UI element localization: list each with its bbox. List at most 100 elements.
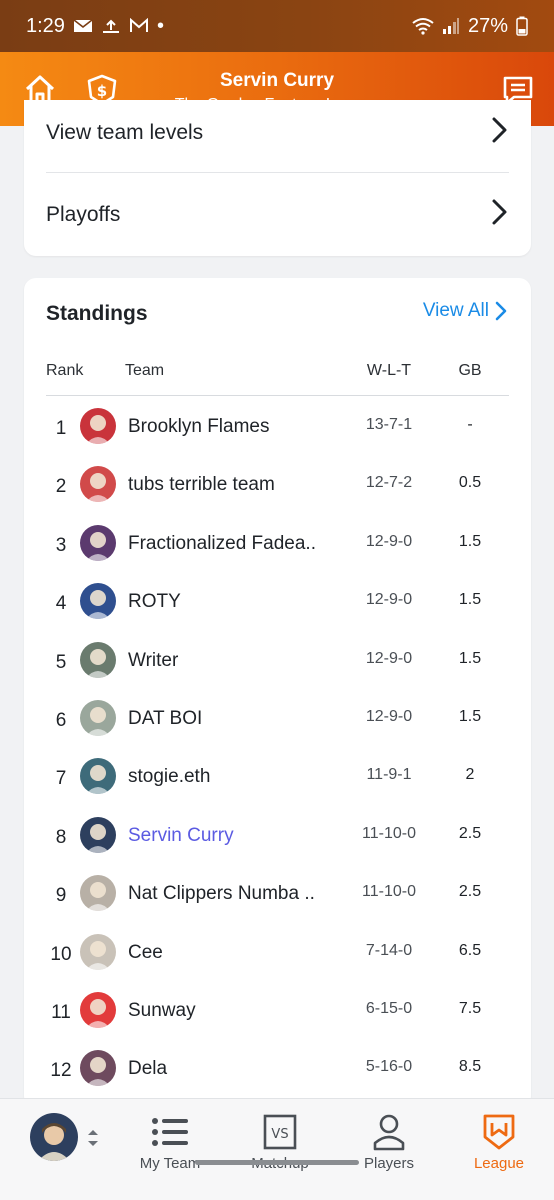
standings-title: Standings <box>46 302 148 325</box>
vs-icon: VS <box>230 1109 330 1155</box>
team-avatar <box>80 1050 116 1087</box>
record-cell: 12-9-0 <box>365 591 413 609</box>
record-cell: 13-7-1 <box>365 416 413 433</box>
rank-cell: 10 <box>50 943 72 965</box>
table-row[interactable]: 4 ROTY 12-9-0 1.5 <box>24 573 531 631</box>
team-avatar <box>80 583 116 620</box>
view-all-link[interactable]: View All <box>423 300 507 322</box>
team-name[interactable]: Servin Curry <box>128 825 234 847</box>
mail-icon <box>73 18 93 34</box>
team-switcher-icon[interactable] <box>86 1127 100 1154</box>
team-name[interactable]: Sunway <box>128 1000 196 1022</box>
record-cell: 5-16-0 <box>365 1058 413 1076</box>
team-name[interactable]: Cee <box>128 942 163 964</box>
nav-league[interactable]: League <box>449 1109 549 1172</box>
my-team-avatar[interactable] <box>30 1113 78 1161</box>
games-back-cell: 0.5 <box>458 474 482 492</box>
table-row[interactable]: 6 DAT BOI 12-9-0 1.5 <box>24 690 531 748</box>
games-back-cell: - <box>467 416 473 433</box>
table-row[interactable]: 5 Writer 12-9-0 1.5 <box>24 632 531 690</box>
rank-cell: 8 <box>55 826 67 848</box>
team-avatar <box>80 933 116 970</box>
rank-cell: 11 <box>51 1002 71 1023</box>
battery-percent: 27% <box>467 14 508 37</box>
games-back-cell: 1.5 <box>458 708 482 725</box>
rank-cell: 2 <box>55 476 67 498</box>
record-cell: 6-15-0 <box>365 1000 413 1017</box>
league-menu-card: View team levels Playoffs <box>24 100 531 256</box>
team-name[interactable]: Brooklyn Flames <box>128 416 270 438</box>
team-name[interactable]: Fractionalized Fadea.. <box>128 533 316 555</box>
column-header-wlt: W-L-T <box>366 362 412 379</box>
rank-cell: 6 <box>55 710 67 731</box>
table-row[interactable]: 12 Dela 5-16-0 8.5 <box>24 1040 531 1098</box>
games-back-cell: 2.5 <box>458 883 482 901</box>
record-cell: 7-14-0 <box>365 941 413 959</box>
rank-cell: 3 <box>55 534 67 556</box>
games-back-cell: 7.5 <box>458 1000 482 1017</box>
view-team-levels-row[interactable]: View team levels <box>46 98 509 168</box>
table-row[interactable]: 1 Brooklyn Flames 13-7-1 - <box>24 398 531 456</box>
upload-icon <box>101 18 121 34</box>
person-icon <box>339 1109 439 1155</box>
rank-cell: 4 <box>55 593 67 615</box>
team-name[interactable]: DAT BOI <box>128 708 202 730</box>
chevron-right-icon <box>495 301 507 321</box>
team-avatar <box>80 992 116 1028</box>
view-all-label: View All <box>422 300 489 321</box>
list-icon <box>120 1109 220 1155</box>
team-name[interactable]: tubs terrible team <box>128 474 275 496</box>
nav-label: League <box>473 1155 525 1172</box>
team-name[interactable]: Nat Clippers Numba .. <box>128 883 315 905</box>
table-row[interactable]: 8 Servin Curry 11-10-0 2.5 <box>24 807 531 865</box>
record-cell: 12-9-0 <box>365 708 413 725</box>
rank-cell: 5 <box>55 651 67 673</box>
league-shield-icon <box>449 1109 549 1155</box>
games-back-cell: 2 <box>465 766 475 784</box>
status-dot: • <box>156 14 164 37</box>
games-back-cell: 2.5 <box>458 824 482 842</box>
team-name[interactable]: stogie.eth <box>128 766 210 788</box>
home-indicator[interactable] <box>195 1160 359 1165</box>
games-back-cell: 1.5 <box>458 649 482 667</box>
battery-icon <box>516 16 528 36</box>
rank-cell: 12 <box>50 1060 72 1082</box>
table-row[interactable]: 9 Nat Clippers Numba .. 11-10-0 2.5 <box>24 865 531 923</box>
chevron-right-icon <box>489 198 509 232</box>
record-cell: 11-10-0 <box>362 883 416 901</box>
bottom-nav: My Team VS Matchup Players League <box>0 1098 554 1200</box>
table-row[interactable]: 10 Cee 7-14-0 6.5 <box>24 924 531 982</box>
playoffs-row[interactable]: Playoffs <box>46 180 509 250</box>
team-avatar <box>80 641 116 678</box>
games-back-cell: 6.5 <box>458 941 482 959</box>
team-avatar <box>80 524 116 561</box>
team-avatar <box>80 758 116 795</box>
rank-cell: 1 <box>55 418 67 439</box>
record-cell: 11-10-0 <box>362 824 416 842</box>
record-cell: 11-9-1 <box>366 766 412 784</box>
team-name[interactable]: Writer <box>128 650 178 672</box>
games-back-cell: 8.5 <box>458 1058 482 1076</box>
column-header-gb: GB <box>458 362 482 379</box>
playoffs-label: Playoffs <box>46 203 121 226</box>
column-header-rank: Rank <box>46 362 84 379</box>
table-row[interactable]: 11 Sunway 6-15-0 7.5 <box>24 982 531 1040</box>
team-avatar <box>80 816 116 853</box>
view-team-levels-label: View team levels <box>46 121 204 144</box>
team-avatar <box>80 875 116 912</box>
header-divider <box>46 395 509 396</box>
svg-text:VS: VS <box>271 1127 288 1142</box>
column-header-team: Team <box>125 362 165 379</box>
record-cell: 12-9-0 <box>365 649 413 667</box>
league-team-title: Servin Curry <box>219 70 335 91</box>
table-row[interactable]: 7 stogie.eth 11-9-1 2 <box>24 748 531 806</box>
table-row[interactable]: 2 tubs terrible team 12-7-2 0.5 <box>24 456 531 514</box>
team-name[interactable]: ROTY <box>128 591 181 613</box>
rank-cell: 9 <box>55 885 67 907</box>
wifi-icon <box>412 17 434 35</box>
gmail-icon <box>129 18 149 34</box>
games-back-cell: 1.5 <box>458 532 482 550</box>
team-name[interactable]: Dela <box>128 1058 167 1080</box>
team-avatar <box>80 700 116 736</box>
table-row[interactable]: 3 Fractionalized Fadea.. 12-9-0 1.5 <box>24 515 531 573</box>
